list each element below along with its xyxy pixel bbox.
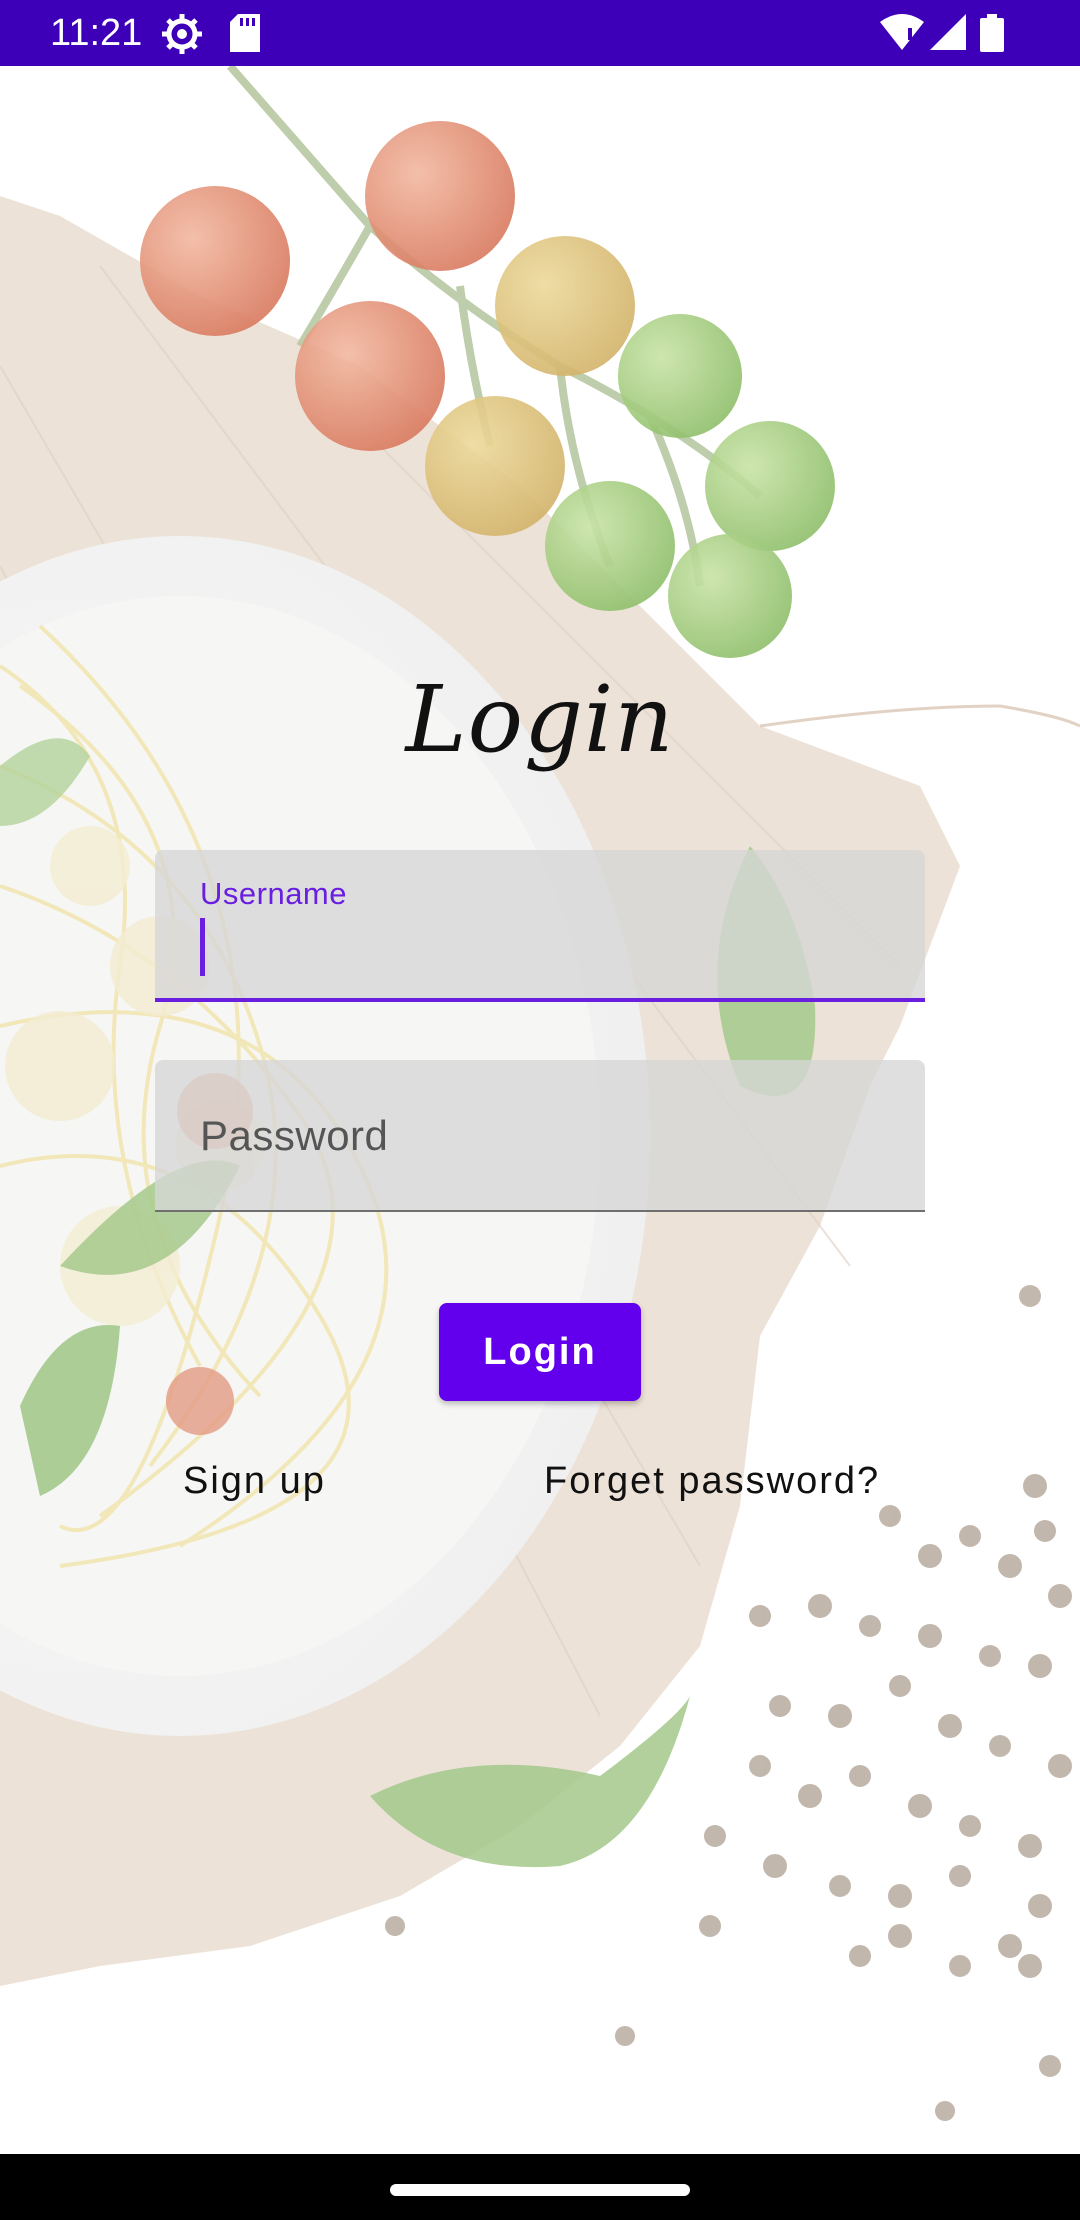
status-time: 11:21	[50, 12, 143, 54]
username-field[interactable]: Username	[155, 850, 925, 1002]
signal-icon	[930, 14, 966, 55]
settings-icon	[162, 14, 202, 59]
page-title: Login	[405, 666, 675, 773]
status-bar: 11:21	[0, 0, 1080, 66]
login-screen: 11:21 Login Username Password Login Sign…	[0, 0, 1080, 2220]
sign-up-link[interactable]: Sign up	[183, 1460, 326, 1503]
home-gesture-handle[interactable]	[390, 2184, 690, 2196]
navigation-bar	[0, 2154, 1080, 2220]
sd-card-icon	[230, 14, 260, 57]
wifi-icon	[880, 14, 924, 55]
text-cursor	[200, 918, 205, 976]
login-button[interactable]: Login	[439, 1303, 641, 1401]
battery-icon	[980, 14, 1004, 57]
forget-password-link[interactable]: Forget password?	[544, 1460, 880, 1503]
password-field[interactable]: Password	[155, 1060, 925, 1212]
username-label: Username	[200, 876, 347, 911]
password-placeholder: Password	[200, 1112, 389, 1159]
